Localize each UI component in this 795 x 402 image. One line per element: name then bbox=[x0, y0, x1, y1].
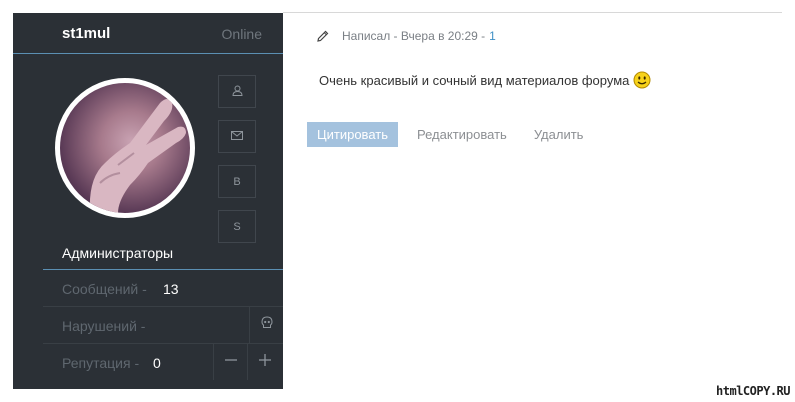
quote-button[interactable]: Цитировать bbox=[307, 122, 398, 147]
user-group: Администраторы bbox=[62, 245, 174, 261]
side-button-s-label: S bbox=[233, 220, 241, 233]
site-watermark: htmlCOPY.RU bbox=[716, 384, 790, 398]
side-button-b[interactable]: B bbox=[218, 165, 256, 198]
message-button[interactable] bbox=[218, 120, 256, 153]
messages-row: Сообщений - 13 bbox=[43, 270, 283, 307]
mail-icon bbox=[231, 130, 243, 143]
smiley-icon bbox=[633, 71, 651, 89]
delete-button[interactable]: Удалить bbox=[534, 127, 584, 142]
plus-icon bbox=[258, 353, 271, 371]
reputation-minus-button[interactable] bbox=[213, 344, 247, 380]
username-link[interactable]: st1mul bbox=[62, 25, 110, 42]
skull-icon bbox=[260, 316, 273, 334]
violations-button[interactable] bbox=[249, 307, 283, 343]
edit-button[interactable]: Редактировать bbox=[417, 127, 507, 142]
post-text: Очень красивый и сочный вид материалов ф… bbox=[319, 72, 630, 88]
messages-count: 13 bbox=[163, 281, 179, 297]
messages-label: Сообщений - bbox=[62, 281, 147, 297]
user-icon bbox=[231, 85, 243, 99]
violations-row: Нарушений - bbox=[43, 307, 283, 344]
reputation-row: Репутация - 0 bbox=[43, 344, 283, 380]
post-actions: Цитировать Редактировать Удалить bbox=[307, 122, 583, 147]
pencil-icon bbox=[316, 30, 329, 43]
content-top-divider bbox=[283, 12, 782, 13]
minus-icon bbox=[224, 353, 237, 371]
profile-header: st1mul Online bbox=[13, 13, 283, 54]
reputation-value: 0 bbox=[153, 355, 161, 371]
post-author-date: Написал - Вчера в 20:29 - bbox=[342, 29, 486, 43]
post-number-link[interactable]: 1 bbox=[489, 29, 496, 43]
online-status: Online bbox=[221, 26, 262, 42]
post-body: Очень красивый и сочный вид материалов ф… bbox=[319, 71, 651, 89]
post-meta: Написал - Вчера в 20:29 - 1 bbox=[316, 29, 496, 43]
violations-label: Нарушений - bbox=[62, 318, 146, 334]
user-profile-panel: st1mul Online B S Администраторы Сообщен… bbox=[13, 13, 283, 389]
side-button-s[interactable]: S bbox=[218, 210, 256, 243]
side-button-b-label: B bbox=[233, 175, 241, 188]
reputation-label: Репутация - bbox=[62, 355, 140, 371]
profile-button[interactable] bbox=[218, 75, 256, 108]
reputation-plus-button[interactable] bbox=[247, 344, 281, 380]
avatar bbox=[55, 78, 195, 218]
